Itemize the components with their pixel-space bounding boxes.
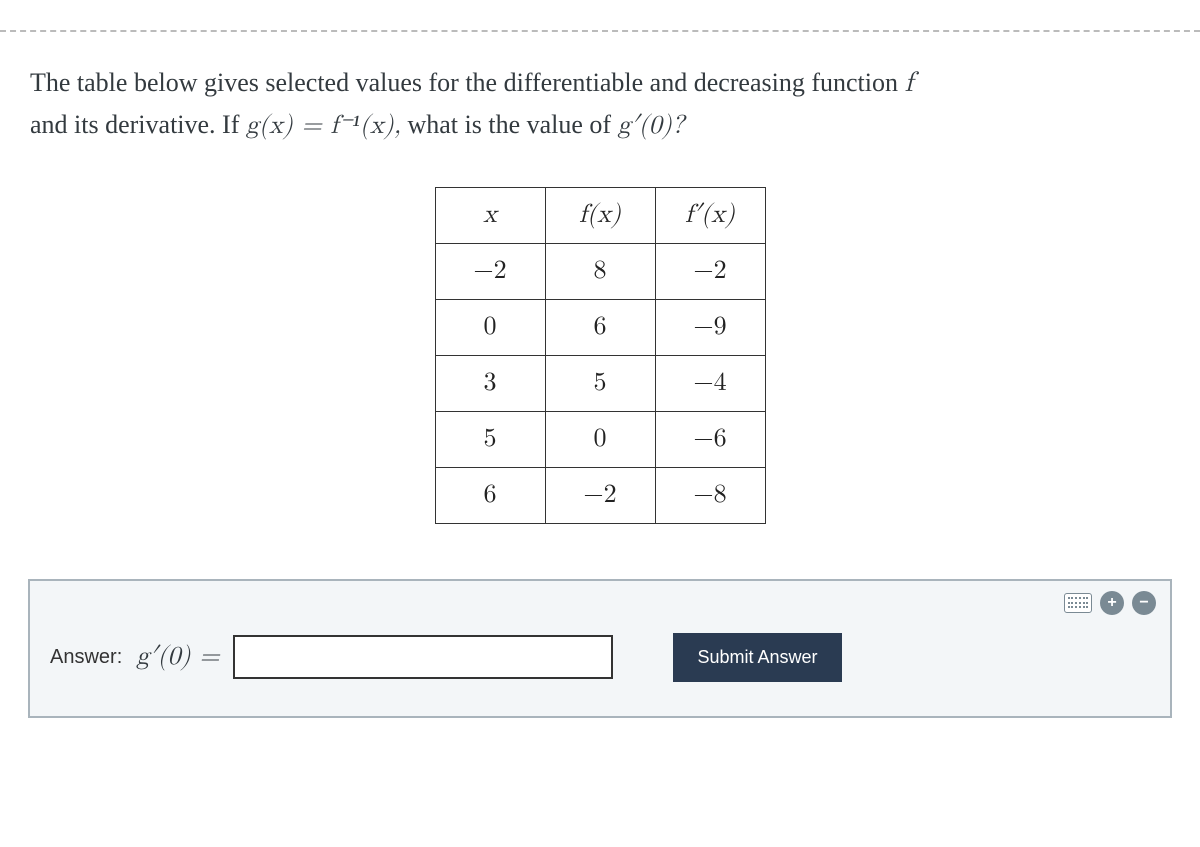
question-line2-pre: and its derivative. If: [30, 110, 246, 139]
cell: −6: [655, 411, 765, 467]
zoom-out-icon[interactable]: −: [1132, 591, 1156, 615]
table-row: 3 5 −4: [435, 355, 765, 411]
submit-button[interactable]: Submit Answer: [673, 633, 841, 682]
question-gprime: g′(0)?: [618, 113, 685, 139]
header-fx: f(x): [545, 187, 655, 243]
header-x: x: [435, 187, 545, 243]
cell: −2: [545, 467, 655, 523]
cell: −2: [655, 243, 765, 299]
cell: 8: [545, 243, 655, 299]
cell: −8: [655, 467, 765, 523]
answer-panel: + − Answer: g′(0) = Submit Answer: [28, 579, 1172, 718]
question-text: The table below gives selected values fo…: [30, 62, 1170, 147]
cell: −4: [655, 355, 765, 411]
zoom-in-icon[interactable]: +: [1100, 591, 1124, 615]
question-equation: g(x) = f⁻¹(x),: [246, 113, 401, 139]
answer-input[interactable]: [233, 635, 613, 679]
cell: 6: [545, 299, 655, 355]
input-toolbar: + −: [1064, 591, 1156, 615]
cell: 0: [435, 299, 545, 355]
cell: 5: [545, 355, 655, 411]
table-container: x f(x) f′(x) −2 8 −2 0 6 −9 3 5 −4 5 0: [30, 187, 1170, 524]
function-table: x f(x) f′(x) −2 8 −2 0 6 −9 3 5 −4 5 0: [435, 187, 766, 524]
answer-expression: g′(0) =: [136, 642, 219, 673]
cell: −9: [655, 299, 765, 355]
question-line2-post: what is the value of: [401, 110, 618, 139]
table-row: −2 8 −2: [435, 243, 765, 299]
table-row: 6 −2 −8: [435, 467, 765, 523]
cell: 5: [435, 411, 545, 467]
question-line1-pre: The table below gives selected values fo…: [30, 68, 905, 97]
cell: 3: [435, 355, 545, 411]
cell: −2: [435, 243, 545, 299]
table-row: 0 6 −9: [435, 299, 765, 355]
question-f-symbol: f: [905, 69, 914, 97]
answer-label: Answer:: [50, 646, 122, 669]
header-fprime: f′(x): [655, 187, 765, 243]
keyboard-icon[interactable]: [1064, 593, 1092, 613]
answer-row: Answer: g′(0) = Submit Answer: [50, 633, 1150, 682]
cell: 0: [545, 411, 655, 467]
question-content: The table below gives selected values fo…: [0, 32, 1200, 524]
table-header-row: x f(x) f′(x): [435, 187, 765, 243]
table-row: 5 0 −6: [435, 411, 765, 467]
cell: 6: [435, 467, 545, 523]
